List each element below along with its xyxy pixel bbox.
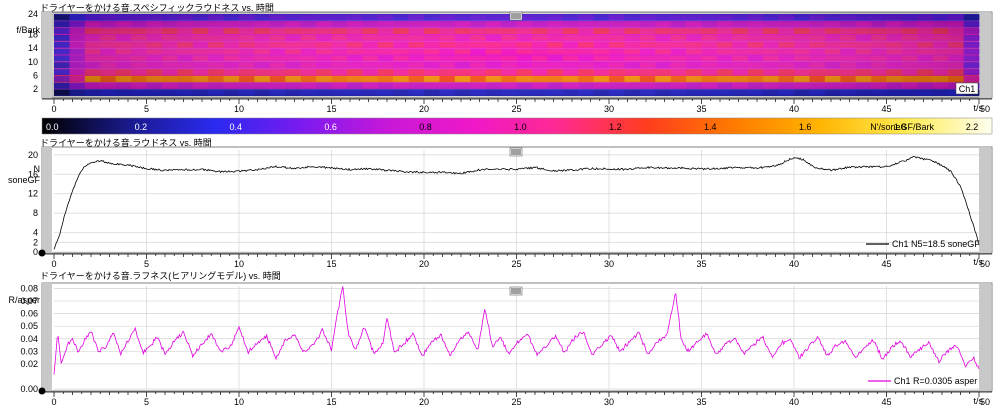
spectrogram-y-tick-label: 14 [28,43,38,53]
y-tick-label: 0.04 [20,334,38,344]
y-tick-label: 8 [33,208,38,218]
loudness-left-track[interactable] [42,147,52,253]
ruler-tick-label: 40 [789,397,799,407]
ruler-tick-label: 0 [51,104,56,114]
ruler-tick-label: 20 [419,104,429,114]
ruler-tick-label: 20 [419,397,429,407]
roughness-y-ticks: 0.08 0.07 0.06 0.05 0.04 0.03 0.02 0.00 [20,284,38,394]
ruler-tick-label: 25 [511,259,521,269]
spectrogram-y-tick-label: 6 [33,71,38,81]
y-tick-label: 0.03 [20,346,38,356]
y-tick-label: 0.06 [20,309,38,319]
roughness-right-track[interactable] [979,283,991,391]
spectrogram-y-tick-label: 2 [33,84,38,94]
spectrogram-left-track[interactable] [42,12,52,98]
ruler-tick-label: 45 [881,259,891,269]
y-tick-label: 2 [33,237,38,247]
cursor-marker-icon[interactable] [509,147,523,157]
colorbar-tick-label: 0.2 [135,122,148,132]
channel-label: Ch1 [959,84,976,94]
ruler-tick-label: 15 [326,259,336,269]
spectrogram-time-ruler: 0 5 10 15 20 25 30 35 40 45 50 [42,98,992,114]
colorbar-unit-label: N'/soneGF/Bark [870,122,934,132]
ruler-tick-label: 10 [234,104,244,114]
colorbar-tick-label: 0.8 [419,122,432,132]
y-tick-label: 0.08 [20,284,38,294]
roughness-legend-label: Ch1 R=0.0305 asper [894,376,977,386]
spectrogram-y-tick-label: 24 [28,9,38,19]
roughness-xlabel: t/s [973,396,983,406]
loudness-right-track[interactable] [979,147,991,253]
loudness-time-ruler: 0 5 10 15 20 25 30 35 40 45 50 [42,253,992,269]
cursor-marker-icon[interactable] [509,286,523,296]
ruler-tick-label: 40 [789,259,799,269]
ruler-tick-label: 30 [604,397,614,407]
spectrogram-y-tick-label: 18 [28,30,38,40]
y-tick-label: 0.07 [20,296,38,306]
loudness-title: ドライヤーをかける音.ラウドネス vs. 時間 [40,137,212,148]
loudness-frame [41,146,993,254]
y-tick-label: 12 [28,189,38,199]
origin-dot-icon [38,249,46,257]
roughness-title: ドライヤーをかける音.ラフネス(ヒアリングモデル) vs. 時間 [40,270,281,281]
ruler-tick-label: 25 [511,397,521,407]
y-tick-label: 0 [33,247,38,257]
spectrogram-right-track[interactable] [979,12,991,98]
colorbar-tick-label: 0.4 [230,122,243,132]
y-tick-label: 0.02 [20,359,38,369]
ruler-tick-label: 45 [881,397,891,407]
ruler-tick-label: 15 [326,104,336,114]
analysis-window: ドライヤーをかける音.スペシフィックラウドネス vs. 時間 f/Bark 24… [0,0,1000,407]
spectrogram-vignette [52,12,979,98]
spectrogram-y-ticks: 24 18 14 10 6 2 [28,9,38,94]
colorbar-tick-label: 1.4 [704,122,717,132]
y-tick-label: 0.00 [20,384,38,394]
ruler-tick-label: 35 [696,104,706,114]
cursor-marker-icon[interactable] [509,11,523,21]
colorbar-tick-label: 0.6 [324,122,337,132]
colorbar-tick-label: 0.0 [46,122,59,132]
ruler-tick-label: 35 [696,397,706,407]
roughness-panel: ドライヤーをかける音.ラフネス(ヒアリングモデル) vs. 時間 R/asper… [8,270,993,407]
specific-loudness-panel: ドライヤーをかける音.スペシフィックラウドネス vs. 時間 f/Bark 24… [16,2,993,114]
ruler-tick-label: 45 [881,104,891,114]
ruler-tick-label: 30 [604,259,614,269]
ruler-tick-label: 5 [144,397,149,407]
ruler-tick-label: 35 [696,259,706,269]
colorbar-tick-label: 1.0 [514,122,527,132]
ruler-tick-label: 40 [789,104,799,114]
loudness-legend-label: Ch1 N5=18.5 soneGF [892,239,980,249]
spectrogram-title: ドライヤーをかける音.スペシフィックラウドネス vs. 時間 [40,2,274,13]
ruler-tick-label: 5 [144,259,149,269]
roughness-left-track[interactable] [42,283,52,391]
loudness-panel: ドライヤーをかける音.ラウドネス vs. 時間 N soneGF 2016128… [8,137,993,269]
ruler-tick-label: 25 [511,104,521,114]
colorbar-tick-label: 2.2 [966,122,979,132]
ruler-tick-label: 20 [419,259,429,269]
ruler-tick-label: 5 [144,104,149,114]
ruler-tick-label: 0 [51,259,56,269]
y-tick-label: 4 [33,228,38,238]
colorbar-tick-label: 1.2 [609,122,622,132]
ruler-tick-label: 10 [234,397,244,407]
ruler-tick-label: 15 [326,397,336,407]
spectrogram-y-tick-label: 10 [28,57,38,67]
spectrogram-xlabel: t/s [973,103,983,113]
loudness-xlabel: t/s [973,257,983,267]
roughness-time-ruler: 0 5 10 15 20 25 30 35 40 45 50 [42,391,992,407]
ruler-tick-label: 10 [234,259,244,269]
y-tick-label: 20 [28,150,38,160]
colorbar: 0.0 0.2 0.4 0.6 0.8 1.0 1.2 1.4 1.6 1.8 2.2N'/sone… [41,117,993,135]
roughness-frame [41,282,993,392]
y-tick-label: 0.05 [20,321,38,331]
origin-dot-icon [38,387,46,395]
ruler-tick-label: 30 [604,104,614,114]
y-tick-label: 16 [28,169,38,179]
analysis-canvas: ドライヤーをかける音.スペシフィックラウドネス vs. 時間 f/Bark 24… [8,2,993,407]
colorbar-tick-label: 1.6 [799,122,812,132]
ruler-tick-label: 0 [51,397,56,407]
